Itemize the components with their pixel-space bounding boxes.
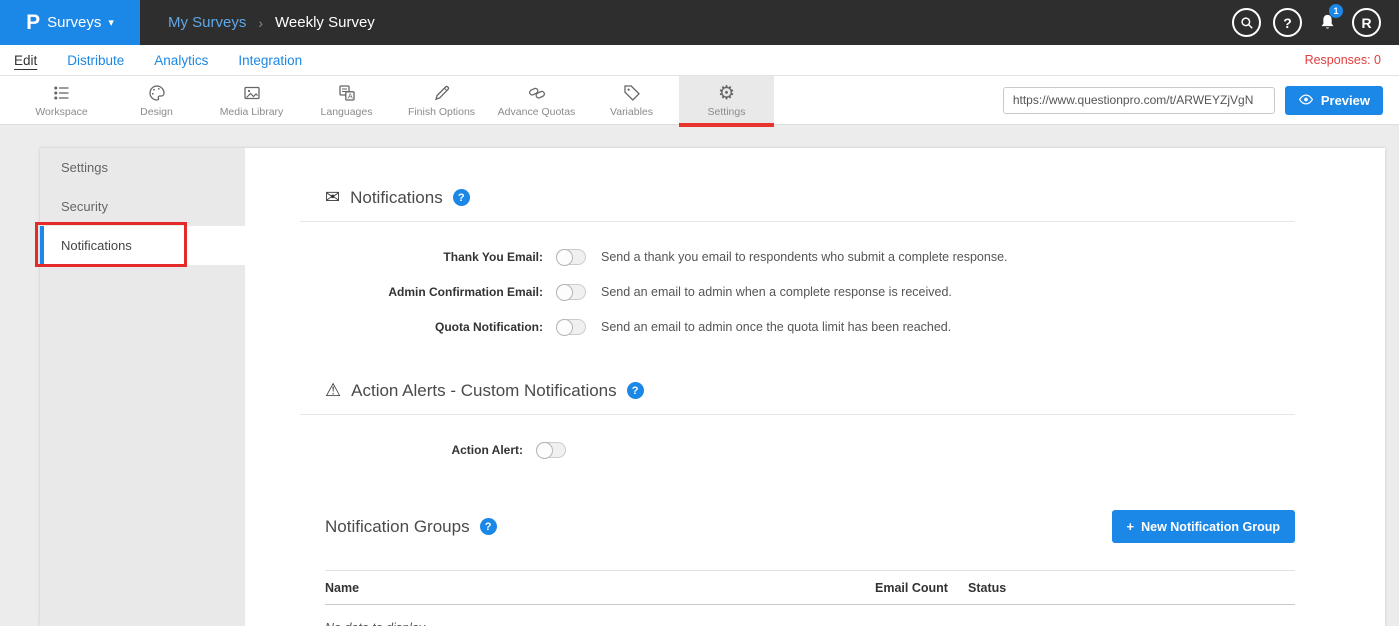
variables-tag-icon [622,83,642,104]
toggle-label: Thank You Email: [325,250,543,264]
sidebar-item-notifications[interactable]: Notifications [40,226,245,265]
toggle-row-quota-notification: Quota Notification: Send an email to adm… [325,319,1295,335]
action-alerts-section-header: ⚠ Action Alerts - Custom Notifications ? [325,380,1295,401]
media-library-icon [242,83,262,104]
questionpro-logo: P [26,11,40,35]
settings-gear-icon: ⚙ [718,83,735,104]
toggle-label: Admin Confirmation Email: [325,285,543,299]
sidebar-item-security[interactable]: Security [40,187,245,226]
toolbar-item-media-library[interactable]: Media Library [204,76,299,124]
toolbar-item-settings[interactable]: ⚙ Settings [679,76,774,124]
action-alert-toggle[interactable] [536,442,566,458]
toolbar-item-advance-quotas[interactable]: Advance Quotas [489,76,584,124]
help-icon[interactable]: ? [1273,8,1302,37]
breadcrumb-my-surveys[interactable]: My Surveys [168,14,246,31]
settings-page: Settings Security Notifications ✉ Notifi… [0,125,1399,626]
settings-card: Settings Security Notifications ✉ Notifi… [40,148,1385,626]
notification-groups-table: Name Email Count Status No data to displ… [325,570,1295,626]
help-icon[interactable]: ? [480,518,497,535]
toggle-row-thank-you-email: Thank You Email: Send a thank you email … [325,249,1295,265]
preview-button[interactable]: Preview [1285,86,1383,115]
column-header-status: Status [968,581,1295,595]
toolbar-item-workspace[interactable]: Workspace [14,76,109,124]
edit-toolbar: Workspace Design Media Library A [0,76,1399,125]
divider [300,414,1295,415]
toolbar-item-finish-options[interactable]: Finish Options [394,76,489,124]
notification-groups-header: Notification Groups ? + New Notification… [325,510,1295,543]
languages-icon: A [337,83,357,104]
eye-icon [1298,93,1314,108]
divider [300,221,1295,222]
breadcrumb-current-survey: Weekly Survey [275,14,375,31]
warning-icon: ⚠ [325,380,341,401]
notification-count-badge: 1 [1329,4,1343,18]
toggle-description: Send an email to admin when a complete r… [601,285,952,299]
toolbar-right: Preview [1003,76,1399,124]
notifications-bell-icon[interactable]: 1 [1314,8,1340,37]
tab-distribute[interactable]: Distribute [67,53,124,68]
svg-text:A: A [347,91,352,100]
toggle-description: Send a thank you email to respondents wh… [601,250,1008,264]
avatar[interactable]: R [1352,8,1381,37]
section-title-action-alerts: Action Alerts - Custom Notifications [351,381,616,401]
table-header-row: Name Email Count Status [325,570,1295,605]
envelope-icon: ✉ [325,187,340,208]
workspace-icon [52,83,72,104]
notifications-panel: ✉ Notifications ? Thank You Email: Send … [245,148,1385,626]
sidebar-item-settings[interactable]: Settings [40,148,245,187]
responses-count: Responses: 0 [1305,53,1381,67]
surveys-product-menu[interactable]: P Surveys ▾ [0,0,140,45]
section-title-notification-groups: Notification Groups [325,517,470,537]
toolbar-item-languages[interactable]: A Languages [299,76,394,124]
plus-icon: + [1127,519,1135,534]
help-icon[interactable]: ? [627,382,644,399]
new-notification-group-button[interactable]: + New Notification Group [1112,510,1295,543]
thank-you-email-toggle[interactable] [556,249,586,265]
toggle-row-action-alert: Action Alert: [325,442,1295,458]
quota-notification-toggle[interactable] [556,319,586,335]
column-header-name: Name [325,581,875,595]
toolbar-item-variables[interactable]: Variables [584,76,679,124]
search-icon[interactable] [1232,8,1261,37]
product-name: Surveys [47,14,101,31]
column-header-email-count: Email Count [875,581,968,595]
toggle-label: Quota Notification: [325,320,543,334]
tab-analytics[interactable]: Analytics [154,53,208,68]
empty-table-message: No data to display... [325,621,1295,626]
section-title-notifications: Notifications [350,188,443,208]
notifications-section-header: ✉ Notifications ? [325,187,1295,208]
admin-confirmation-email-toggle[interactable] [556,284,586,300]
survey-url-input[interactable] [1003,87,1275,114]
toolbar-item-design[interactable]: Design [109,76,204,124]
breadcrumb-separator: › [258,15,263,31]
finish-options-pencil-icon [432,83,452,104]
advance-quotas-link-icon [527,83,547,104]
toggle-row-admin-confirmation-email: Admin Confirmation Email: Send an email … [325,284,1295,300]
top-bar: P Surveys ▾ My Surveys › Weekly Survey ?… [0,0,1399,45]
tab-edit[interactable]: Edit [14,53,37,68]
toggle-label: Action Alert: [325,443,523,457]
toggle-description: Send an email to admin once the quota li… [601,320,951,334]
survey-tabs: Edit Distribute Analytics Integration Re… [0,45,1399,76]
help-icon[interactable]: ? [453,189,470,206]
tab-integration[interactable]: Integration [238,53,302,68]
chevron-down-icon: ▾ [108,16,114,29]
breadcrumb: My Surveys › Weekly Survey [168,14,375,31]
settings-sidebar: Settings Security Notifications [40,148,245,626]
design-palette-icon [147,83,167,104]
header-icons: ? 1 R [1232,8,1381,37]
